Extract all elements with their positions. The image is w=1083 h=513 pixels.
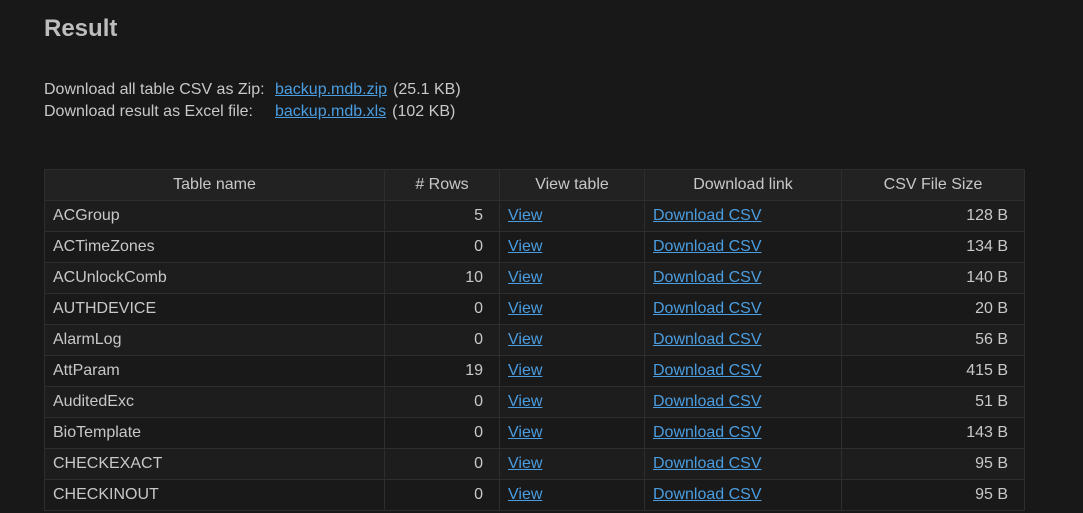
table-row: ACTimeZones 0 View Download CSV 134 B	[44, 231, 1025, 263]
csv-size-cell: 20 B	[841, 293, 1025, 325]
table-row: ACUnlockComb 10 View Download CSV 140 B	[44, 262, 1025, 294]
table-name-cell: AttParam	[44, 355, 385, 387]
csv-size-cell: 134 B	[841, 231, 1025, 263]
header-csv-size: CSV File Size	[841, 169, 1025, 201]
download-csv-link[interactable]: Download CSV	[653, 486, 762, 503]
download-csv-link[interactable]: Download CSV	[653, 238, 762, 255]
table-name-cell: CHECKEXACT	[44, 448, 385, 480]
table-name-cell: AlarmLog	[44, 324, 385, 356]
table-row: AuditedExc 0 View Download CSV 51 B	[44, 386, 1025, 418]
download-section: Download all table CSV as Zip: backup.mdb…	[44, 79, 461, 123]
download-csv-link[interactable]: Download CSV	[653, 455, 762, 472]
view-link[interactable]: View	[508, 300, 542, 317]
view-cell: View	[499, 417, 645, 449]
row-count-cell: 0	[384, 386, 500, 418]
view-cell: View	[499, 324, 645, 356]
table-name-cell: CHECKINOUT	[44, 479, 385, 511]
view-link[interactable]: View	[508, 455, 542, 472]
table-row: CHECKINOUT 0 View Download CSV 95 B	[44, 479, 1025, 511]
table-name-cell: ACGroup	[44, 200, 385, 232]
view-link[interactable]: View	[508, 424, 542, 441]
download-cell: Download CSV	[644, 324, 842, 356]
row-count-cell: 0	[384, 324, 500, 356]
csv-size-cell: 51 B	[841, 386, 1025, 418]
view-cell: View	[499, 479, 645, 511]
csv-size-cell: 95 B	[841, 448, 1025, 480]
download-cell: Download CSV	[644, 262, 842, 294]
download-cell: Download CSV	[644, 448, 842, 480]
header-view-table: View table	[499, 169, 645, 201]
view-cell: View	[499, 262, 645, 294]
zip-file-size: (25.1 KB)	[393, 81, 461, 98]
download-csv-link[interactable]: Download CSV	[653, 331, 762, 348]
zip-download-label: Download all table CSV as Zip:	[44, 81, 265, 98]
view-link[interactable]: View	[508, 486, 542, 503]
table-row: AttParam 19 View Download CSV 415 B	[44, 355, 1025, 387]
view-cell: View	[499, 386, 645, 418]
table-name-cell: ACUnlockComb	[44, 262, 385, 294]
table-name-cell: AUTHDEVICE	[44, 293, 385, 325]
table-row: AlarmLog 0 View Download CSV 56 B	[44, 324, 1025, 356]
download-cell: Download CSV	[644, 293, 842, 325]
view-link[interactable]: View	[508, 362, 542, 379]
row-count-cell: 0	[384, 293, 500, 325]
view-cell: View	[499, 355, 645, 387]
row-count-cell: 0	[384, 231, 500, 263]
row-count-cell: 5	[384, 200, 500, 232]
results-table: Table name # Rows View table Download li…	[44, 169, 1025, 511]
row-count-cell: 0	[384, 448, 500, 480]
header-table-name: Table name	[44, 169, 385, 201]
download-csv-link[interactable]: Download CSV	[653, 362, 762, 379]
download-cell: Download CSV	[644, 386, 842, 418]
table-header-row: Table name # Rows View table Download li…	[44, 169, 1025, 201]
row-count-cell: 0	[384, 479, 500, 511]
csv-size-cell: 143 B	[841, 417, 1025, 449]
excel-download-label: Download result as Excel file:	[44, 103, 253, 120]
csv-size-cell: 56 B	[841, 324, 1025, 356]
zip-download-link[interactable]: backup.mdb.zip	[275, 81, 387, 98]
download-cell: Download CSV	[644, 200, 842, 232]
csv-size-cell: 128 B	[841, 200, 1025, 232]
header-row-count: # Rows	[384, 169, 500, 201]
row-count-cell: 19	[384, 355, 500, 387]
table-name-cell: AuditedExc	[44, 386, 385, 418]
view-link[interactable]: View	[508, 393, 542, 410]
table-row: BioTemplate 0 View Download CSV 143 B	[44, 417, 1025, 449]
csv-size-cell: 415 B	[841, 355, 1025, 387]
table-row: AUTHDEVICE 0 View Download CSV 20 B	[44, 293, 1025, 325]
download-csv-link[interactable]: Download CSV	[653, 269, 762, 286]
header-download-link: Download link	[644, 169, 842, 201]
page-title: Result	[44, 15, 118, 42]
download-csv-link[interactable]: Download CSV	[653, 393, 762, 410]
download-cell: Download CSV	[644, 355, 842, 387]
download-cell: Download CSV	[644, 231, 842, 263]
view-link[interactable]: View	[508, 331, 542, 348]
download-csv-link[interactable]: Download CSV	[653, 424, 762, 441]
table-row: CHECKEXACT 0 View Download CSV 95 B	[44, 448, 1025, 480]
view-link[interactable]: View	[508, 269, 542, 286]
download-csv-link[interactable]: Download CSV	[653, 300, 762, 317]
zip-download-row: Download all table CSV as Zip: backup.mdb…	[44, 79, 461, 101]
view-cell: View	[499, 231, 645, 263]
table-row: ACGroup 5 View Download CSV 128 B	[44, 200, 1025, 232]
row-count-cell: 0	[384, 417, 500, 449]
view-cell: View	[499, 293, 645, 325]
csv-size-cell: 140 B	[841, 262, 1025, 294]
download-cell: Download CSV	[644, 479, 842, 511]
view-link[interactable]: View	[508, 238, 542, 255]
excel-download-link[interactable]: backup.mdb.xls	[275, 103, 386, 120]
view-cell: View	[499, 448, 645, 480]
download-cell: Download CSV	[644, 417, 842, 449]
table-name-cell: BioTemplate	[44, 417, 385, 449]
excel-download-row: Download result as Excel file: backup.mdb…	[44, 101, 461, 123]
download-csv-link[interactable]: Download CSV	[653, 207, 762, 224]
csv-size-cell: 95 B	[841, 479, 1025, 511]
row-count-cell: 10	[384, 262, 500, 294]
table-name-cell: ACTimeZones	[44, 231, 385, 263]
view-link[interactable]: View	[508, 207, 542, 224]
excel-file-size: (102 KB)	[392, 103, 456, 120]
view-cell: View	[499, 200, 645, 232]
